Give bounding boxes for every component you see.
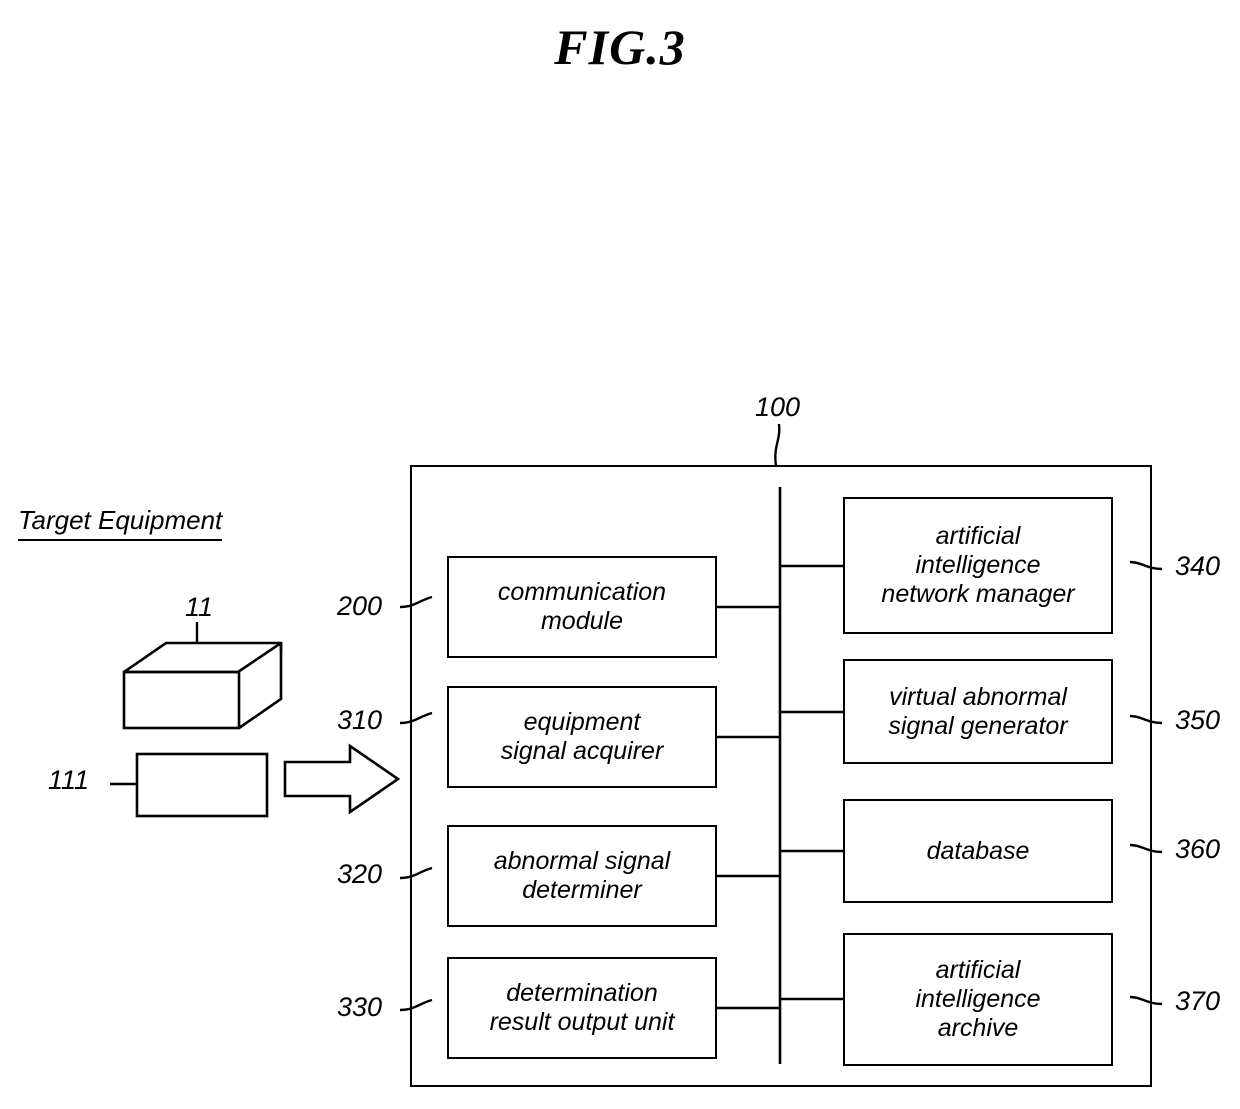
ref-330: 330 (337, 992, 383, 1022)
box-ai-network-manager[interactable]: artificial intelligence network manager (843, 497, 1113, 634)
ref-340: 340 (1175, 551, 1221, 581)
box-determination-result-output-unit-label: determination result output unit (489, 979, 675, 1036)
ref-11: 11 (185, 592, 214, 622)
ref-200: 200 (337, 591, 383, 621)
box-determination-result-output-unit[interactable]: determination result output unit (447, 957, 717, 1059)
box-virtual-abnormal-signal-generator[interactable]: virtual abnormal signal generator (843, 659, 1113, 764)
leader-100 (774, 423, 781, 467)
box-communication-module[interactable]: communication module (447, 556, 717, 658)
ref-360: 360 (1175, 834, 1221, 864)
equipment-3d-front (122, 670, 241, 730)
equipment-port-box (135, 752, 269, 818)
ref-370: 370 (1175, 986, 1221, 1016)
box-equipment-signal-acquirer-label: equipment signal acquirer (500, 708, 664, 765)
box-equipment-signal-acquirer[interactable]: equipment signal acquirer (447, 686, 717, 788)
ref-310: 310 (337, 705, 383, 735)
ref-320: 320 (337, 859, 383, 889)
box-abnormal-signal-determiner[interactable]: abnormal signal determiner (447, 825, 717, 927)
box-database[interactable]: database (843, 799, 1113, 903)
signal-flow-arrow (283, 743, 401, 815)
equipment-3d-top (123, 641, 283, 674)
figure-title: FIG.3 (554, 19, 686, 75)
ref-350: 350 (1175, 705, 1221, 735)
box-communication-module-label: communication module (497, 578, 667, 635)
ref-111: 111 (48, 765, 90, 795)
ref-100: 100 (755, 392, 801, 422)
box-ai-network-manager-label: artificial intelligence network manager (881, 522, 1075, 608)
box-database-label: database (926, 836, 1030, 865)
box-virtual-abnormal-signal-generator-label: virtual abnormal signal generator (888, 682, 1068, 740)
box-ai-archive-label: artificial intelligence archive (915, 956, 1041, 1042)
equipment-3d-side (238, 643, 283, 730)
box-abnormal-signal-determiner-label: abnormal signal determiner (493, 847, 671, 904)
equipment-3d-edge (124, 641, 282, 674)
box-ai-archive[interactable]: artificial intelligence archive (843, 933, 1113, 1066)
target-equipment-heading: Target Equipment (18, 505, 223, 541)
